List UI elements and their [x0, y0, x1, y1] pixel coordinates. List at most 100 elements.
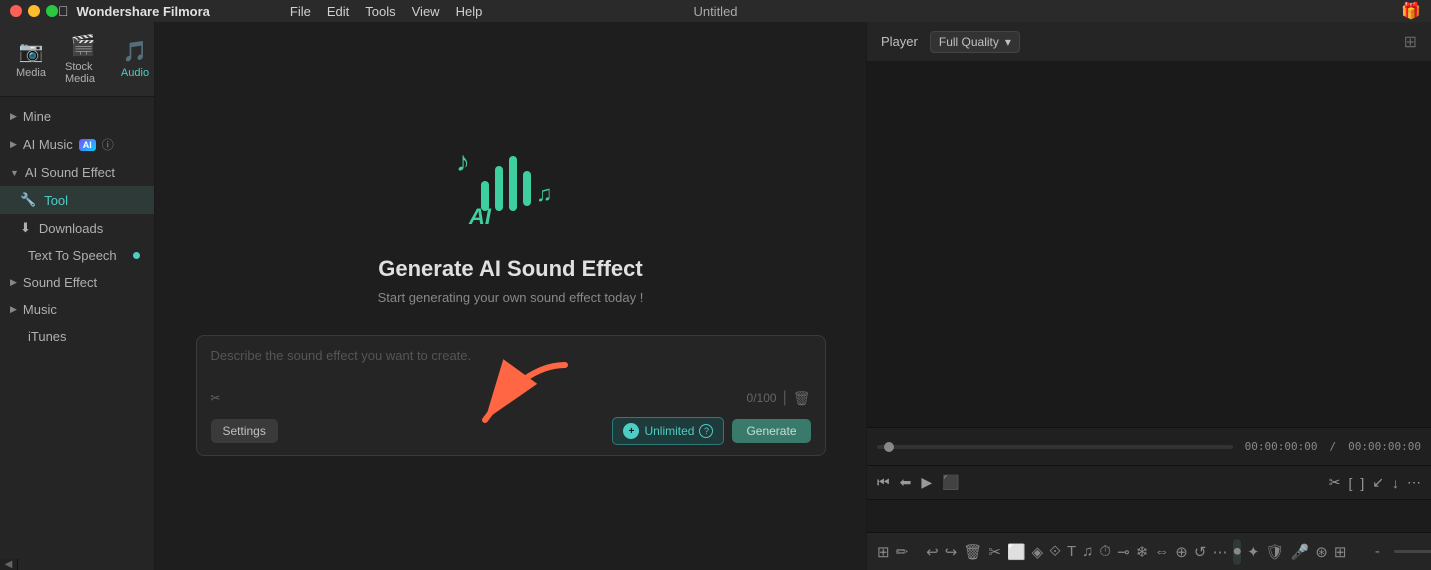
downloads-icon: ⬇ [20, 220, 31, 236]
sidebar-section-ai-music[interactable]: ▶ AI Music AI ⓘ [0, 130, 154, 159]
sound-description-input[interactable] [211, 348, 811, 378]
media-icon: 📷 [19, 39, 44, 64]
input-actions: Settings + Unlimited ? Generate [211, 417, 811, 445]
redo-button[interactable]: ↪ [945, 539, 958, 565]
skip-back-button[interactable]: ⏮ [877, 474, 890, 491]
player-grid-icon[interactable]: ⊞ [1404, 32, 1417, 52]
sidebar-item-tool[interactable]: 🔧 Tool [0, 186, 154, 214]
split2-button[interactable]: ⊸ [1117, 539, 1130, 565]
ai-sound-illustration: ♪ ♫ AI [451, 136, 571, 236]
sidebar-section-music[interactable]: ▶ Music [0, 296, 154, 323]
menu-view[interactable]: View [412, 4, 440, 19]
time-separator: / [1330, 440, 1337, 453]
sidebar-toggle[interactable]: ◀ [0, 559, 18, 570]
sticker-button[interactable]: ⊛ [1315, 539, 1328, 565]
step-back-button[interactable]: ⬅ [900, 474, 912, 491]
settings-button[interactable]: Settings [211, 419, 278, 443]
sidebar-item-text-to-speech[interactable]: Text To Speech [0, 242, 154, 269]
menu-edit[interactable]: Edit [327, 4, 349, 19]
tool-label: Tool [44, 193, 68, 208]
mark-out-button[interactable]: ] [1360, 475, 1364, 491]
speed-button[interactable]: ⏱ [1099, 539, 1111, 565]
menu-help[interactable]: Help [456, 4, 483, 19]
ai-button[interactable]: ✦ [1247, 539, 1260, 565]
cut-button[interactable]: ✂ [988, 539, 1001, 565]
window-title: Untitled [0, 4, 1431, 19]
shield-button[interactable]: 🛡 [1266, 539, 1285, 565]
more2-button[interactable]: ⋯ [1212, 539, 1227, 565]
split-button[interactable]: ✂ [1329, 474, 1341, 491]
scene-detect-button[interactable]: ⊞ [877, 539, 890, 565]
mine-arrow-icon: ▶ [10, 111, 17, 122]
more-button[interactable]: ⋯ [1407, 474, 1421, 491]
rotate-button[interactable]: ↺ [1194, 539, 1207, 565]
toolbar-audio[interactable]: 🎵 Audio [109, 33, 161, 85]
downloads-label: Downloads [39, 221, 103, 236]
gift-icon[interactable]: 🎁 [1401, 1, 1421, 21]
sidebar-toggle-icon: ◀ [5, 559, 13, 570]
toolbar-stock-media[interactable]: 🎬 Stock Media [57, 27, 109, 91]
toolbar-media[interactable]: 📷 Media [5, 33, 57, 85]
trash-button[interactable]: 🗑 [793, 390, 811, 407]
sidebar-section-sound-effect[interactable]: ▶ Sound Effect [0, 269, 154, 296]
zoom-slider[interactable] [1394, 550, 1431, 553]
play-button[interactable]: ▶ [921, 474, 932, 491]
right-panel: Player Full Quality ▾ ⊞ 00:00:00:00 / 00… [866, 22, 1431, 570]
mine-label: Mine [23, 109, 51, 124]
text-button[interactable]: T [1067, 539, 1076, 565]
zoom-out-button[interactable]: - [1364, 539, 1390, 565]
zoom-control: - + [1364, 539, 1431, 565]
sidebar-item-itunes[interactable]: iTunes [0, 323, 154, 350]
char-count: 0/100 [747, 391, 777, 405]
crop2-button[interactable]: ⊕ [1175, 539, 1188, 565]
delete-button[interactable]: 🗑 [963, 539, 982, 565]
sidebar-section-ai-sound-effect[interactable]: ▼ AI Sound Effect [0, 159, 154, 186]
unlimited-label: Unlimited [644, 424, 694, 438]
sidebar-item-downloads[interactable]: ⬇ Downloads [0, 214, 154, 242]
music-arrow-icon: ▶ [10, 304, 17, 315]
time-total: 00:00:00:00 [1348, 440, 1421, 453]
tool-icon: 🔧 [20, 192, 36, 208]
mic-button[interactable]: 🎤 [1291, 539, 1310, 565]
record-button[interactable]: ⏺ [1233, 539, 1241, 565]
input-footer: ✂ 0/100 | 🗑 [211, 389, 811, 407]
timeline-scrubber[interactable] [877, 445, 1233, 449]
main-subtitle: Start generating your own sound effect t… [378, 290, 644, 305]
app-name: Wondershare Filmora [77, 4, 210, 19]
mark-in-button[interactable]: [ [1348, 475, 1352, 491]
ai-music-label: AI Music [23, 137, 73, 152]
sidebar-section-mine[interactable]: ▶ Mine [0, 103, 154, 130]
minimize-button[interactable] [28, 5, 40, 17]
player-body [867, 62, 1431, 427]
undo-button[interactable]: ↩ [926, 539, 939, 565]
generate-button[interactable]: Generate [732, 419, 810, 443]
overwrite-button[interactable]: ↓ [1392, 475, 1399, 491]
svg-text:♫: ♫ [536, 181, 553, 206]
music-label: Music [23, 302, 57, 317]
composite-button[interactable]: ⊞ [1334, 539, 1347, 565]
color-button[interactable]: ◈ [1032, 539, 1044, 565]
audio-button[interactable]: ♫ [1082, 539, 1093, 565]
motion-button[interactable]: ⇔ [1154, 539, 1169, 565]
unlimited-button[interactable]: + Unlimited ? [612, 417, 724, 445]
ai-music-arrow-icon: ▶ [10, 139, 17, 150]
left-panel: 📷 Media 🎬 Stock Media 🎵 Audio T Titles ⇌ [0, 22, 155, 570]
quality-select[interactable]: Full Quality ▾ [930, 31, 1020, 53]
traffic-lights [10, 5, 58, 17]
pen-tool-button[interactable]: ✏ [896, 539, 909, 565]
maximize-button[interactable] [46, 5, 58, 17]
insert-button[interactable]: ↙ [1372, 474, 1384, 491]
crop-button[interactable]: ⬜ [1007, 539, 1026, 565]
sound-effect-arrow-icon: ▶ [10, 277, 17, 288]
ai-sound-arrow-icon: ▼ [10, 168, 19, 178]
center-panel: ♪ ♫ AI Generate AI Sound Effect Start ge… [155, 22, 866, 570]
sidebar-nav: ▶ Mine ▶ AI Music AI ⓘ ▼ AI Sound Effect [0, 97, 154, 559]
freeze-button[interactable]: ❄ [1136, 539, 1149, 565]
close-button[interactable] [10, 5, 22, 17]
keyframe-button[interactable]: ⟐ [1049, 539, 1061, 565]
ai-sound-effect-label: AI Sound Effect [25, 165, 115, 180]
step-forward-button[interactable]: ⬛ [942, 474, 959, 491]
menu-file[interactable]: File [290, 4, 311, 19]
menu-tools[interactable]: Tools [365, 4, 395, 19]
text-to-speech-dot [133, 252, 140, 259]
